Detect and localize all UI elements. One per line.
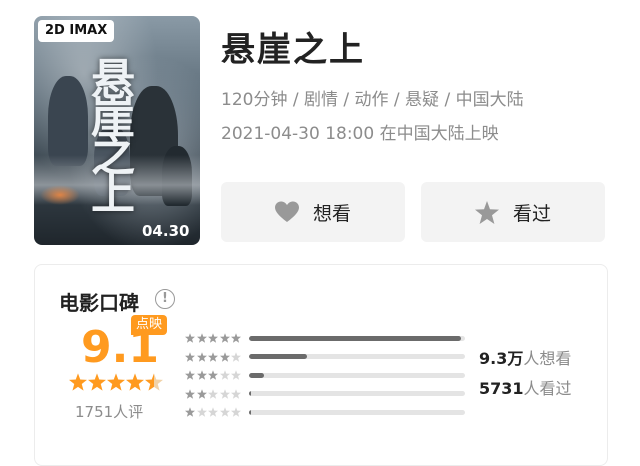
- distribution-bar: [249, 391, 465, 397]
- distribution-stars: [185, 388, 243, 399]
- small-star-icon: [231, 407, 241, 418]
- poster-date: 04.30: [142, 222, 190, 240]
- want-count-stat: 9.3万人想看: [479, 345, 571, 369]
- small-star-icon: [208, 388, 218, 399]
- watched-label: 看过: [512, 202, 551, 225]
- small-star-icon: [185, 388, 195, 399]
- distribution-stars: [185, 351, 243, 362]
- distribution-bar-fill: [249, 409, 252, 415]
- distribution-stars: [185, 370, 243, 381]
- seen-count: 5731: [479, 379, 524, 398]
- info-icon[interactable]: !: [155, 289, 175, 309]
- distribution-bar: [249, 372, 465, 378]
- small-star-icon: [231, 351, 241, 362]
- distribution-row: [185, 348, 465, 367]
- rating-count: 1751人评: [75, 403, 144, 421]
- watched-button[interactable]: 看过: [421, 182, 605, 242]
- movie-title: 悬崖之上: [221, 30, 365, 70]
- small-star-icon: [196, 370, 207, 381]
- small-star-icon: [219, 351, 230, 362]
- score-star-icon: [145, 373, 163, 391]
- small-star-icon: [208, 407, 218, 418]
- want-to-watch-label: 想看: [312, 202, 351, 225]
- rating-distribution: [185, 329, 465, 422]
- small-star-icon: [219, 333, 230, 344]
- small-star-icon: [208, 370, 218, 381]
- distribution-stars: [185, 407, 243, 418]
- seen-count-stat: 5731人看过: [479, 375, 572, 399]
- small-star-icon: [185, 351, 195, 362]
- distribution-row: [185, 385, 465, 404]
- distribution-stars: [185, 333, 243, 344]
- score-star-icon: [88, 373, 106, 391]
- small-star-icon: [208, 351, 218, 362]
- imax-badge: 2D IMAX: [38, 20, 115, 42]
- rating-card: 电影口碑 ! 9.1 点映 1751人评 9.3万人想看 5731人看过: [34, 264, 608, 466]
- small-star-icon: [219, 370, 230, 381]
- small-star-icon: [208, 333, 218, 344]
- distribution-row: [185, 366, 465, 385]
- small-star-icon: [185, 370, 195, 381]
- distribution-row: [185, 403, 465, 422]
- small-star-icon: [219, 407, 230, 418]
- distribution-bar-fill: [249, 372, 265, 378]
- distribution-bar-fill: [249, 391, 252, 397]
- small-star-icon: [196, 407, 207, 418]
- distribution-bar: [249, 354, 465, 360]
- distribution-bar: [249, 409, 465, 415]
- distribution-row: [185, 329, 465, 348]
- small-star-icon: [231, 370, 241, 381]
- small-star-icon: [196, 351, 207, 362]
- star-icon: [474, 200, 499, 224]
- release-info: 2021-04-30 18:00 在中国大陆上映: [221, 124, 499, 144]
- seen-count-suffix: 人看过: [523, 379, 572, 398]
- small-star-icon: [231, 388, 241, 399]
- movie-meta: 120分钟 / 剧情 / 动作 / 悬疑 / 中国大陆: [221, 90, 524, 110]
- distribution-bar-fill: [249, 354, 308, 360]
- distribution-bar-fill: [249, 335, 461, 341]
- heart-icon: [274, 201, 299, 222]
- small-star-icon: [231, 333, 241, 344]
- want-to-watch-button[interactable]: 想看: [221, 182, 405, 242]
- small-star-icon: [219, 388, 230, 399]
- score-star-icon: [126, 373, 144, 391]
- small-star-icon: [185, 333, 195, 344]
- small-star-icon: [185, 407, 195, 418]
- poster-title-art: 悬崖之上: [83, 56, 134, 208]
- movie-poster[interactable]: 2D IMAX 悬崖之上 04.30: [34, 16, 200, 245]
- want-count-suffix: 人想看: [523, 349, 572, 368]
- small-star-icon: [196, 388, 207, 399]
- rating-section-title: 电影口碑: [59, 291, 139, 315]
- poster-glow: [40, 185, 80, 205]
- small-star-icon: [196, 333, 207, 344]
- score-star-icon: [69, 373, 87, 391]
- distribution-bar: [249, 335, 465, 341]
- poster-figure: [48, 76, 88, 166]
- score-star-icon: [107, 373, 125, 391]
- preview-badge: 点映: [131, 315, 168, 335]
- score-stars: [69, 373, 164, 391]
- want-count: 9.3万: [479, 349, 524, 368]
